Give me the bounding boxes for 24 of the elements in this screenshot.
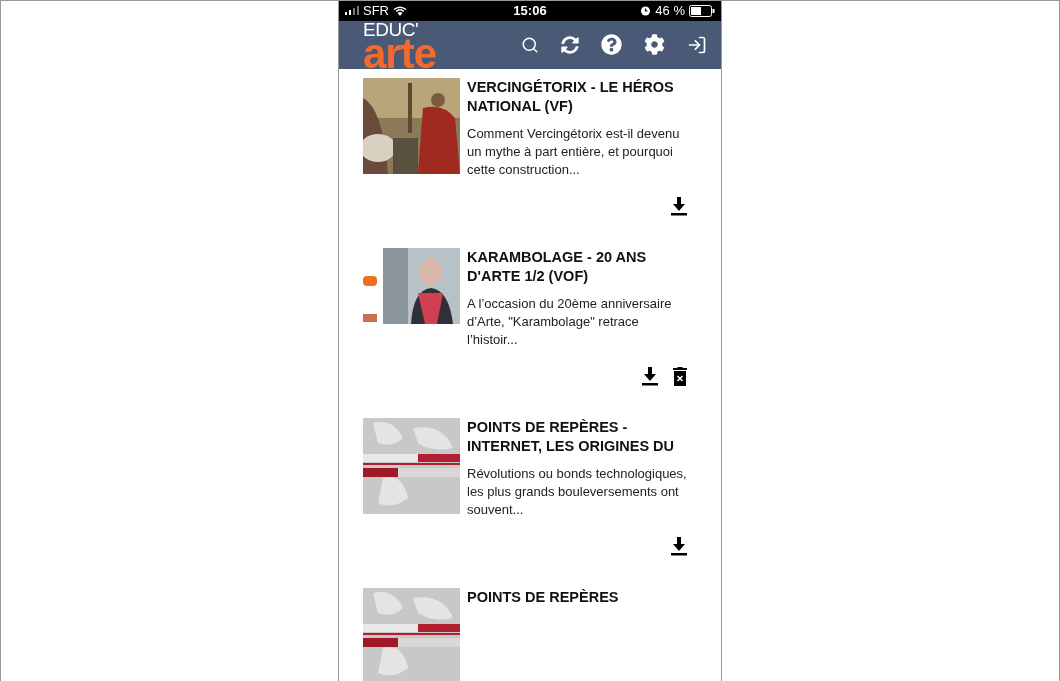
video-title[interactable]: KARAMBOLAGE - 20 ANS D'ARTE 1/2 (VOF): [467, 247, 695, 286]
logout-icon[interactable]: [687, 34, 707, 55]
download-button[interactable]: [671, 196, 687, 216]
video-description: A l’occasion du 20ème anniversaire d’Arte, "Karambolage" retrace l’histoir...: [467, 294, 673, 349]
signal-icon: [345, 6, 359, 16]
battery-percentage: 46 %: [655, 2, 685, 20]
video-title[interactable]: POINTS DE REPÈRES - INTERNET, LES ORIGINES DU: [467, 417, 695, 456]
search-icon[interactable]: [521, 35, 539, 54]
wifi-icon: [393, 5, 407, 16]
alarm-icon: [640, 5, 652, 17]
refresh-icon[interactable]: [561, 35, 579, 54]
download-button[interactable]: [671, 536, 687, 556]
delete-button[interactable]: [673, 366, 687, 386]
battery-icon: [689, 4, 715, 17]
video-description: Comment Vercingétorix est-il devenu un mythe à part entière, et pourquoi cette construction...: [467, 124, 681, 179]
app-logo[interactable]: EDUC' arte: [363, 20, 437, 69]
video-title[interactable]: VERCINGÉTORIX - LE HÉROS NATIONAL (VF): [467, 77, 695, 116]
video-title[interactable]: POINTS DE REPÈRES: [467, 587, 695, 607]
status-time: 15:06: [512, 2, 548, 20]
carrier-name: SFR: [363, 2, 389, 20]
settings-icon[interactable]: [644, 34, 665, 55]
video-description: Révolutions ou bonds technologiques, les plus grands bouleversements ont souvent...: [467, 464, 688, 519]
help-icon[interactable]: [601, 34, 622, 55]
download-button[interactable]: [642, 366, 658, 386]
